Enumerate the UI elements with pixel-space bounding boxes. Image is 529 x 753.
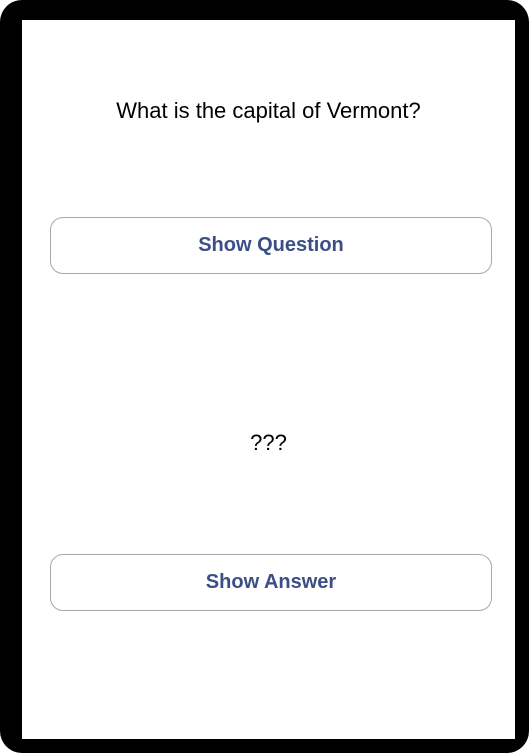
show-answer-button-label: Show Answer xyxy=(205,571,337,593)
show-question-button[interactable]: Show Question xyxy=(50,217,492,274)
device-frame: What is the capital of Vermont? Show Que… xyxy=(0,0,529,753)
question-label: What is the capital of Vermont? xyxy=(116,98,421,123)
show-answer-button[interactable]: Show Answer xyxy=(50,554,492,611)
show-question-button-label: Show Question xyxy=(198,234,344,256)
answer-label: ??? xyxy=(250,430,287,455)
app-screen: What is the capital of Vermont? Show Que… xyxy=(22,20,515,739)
